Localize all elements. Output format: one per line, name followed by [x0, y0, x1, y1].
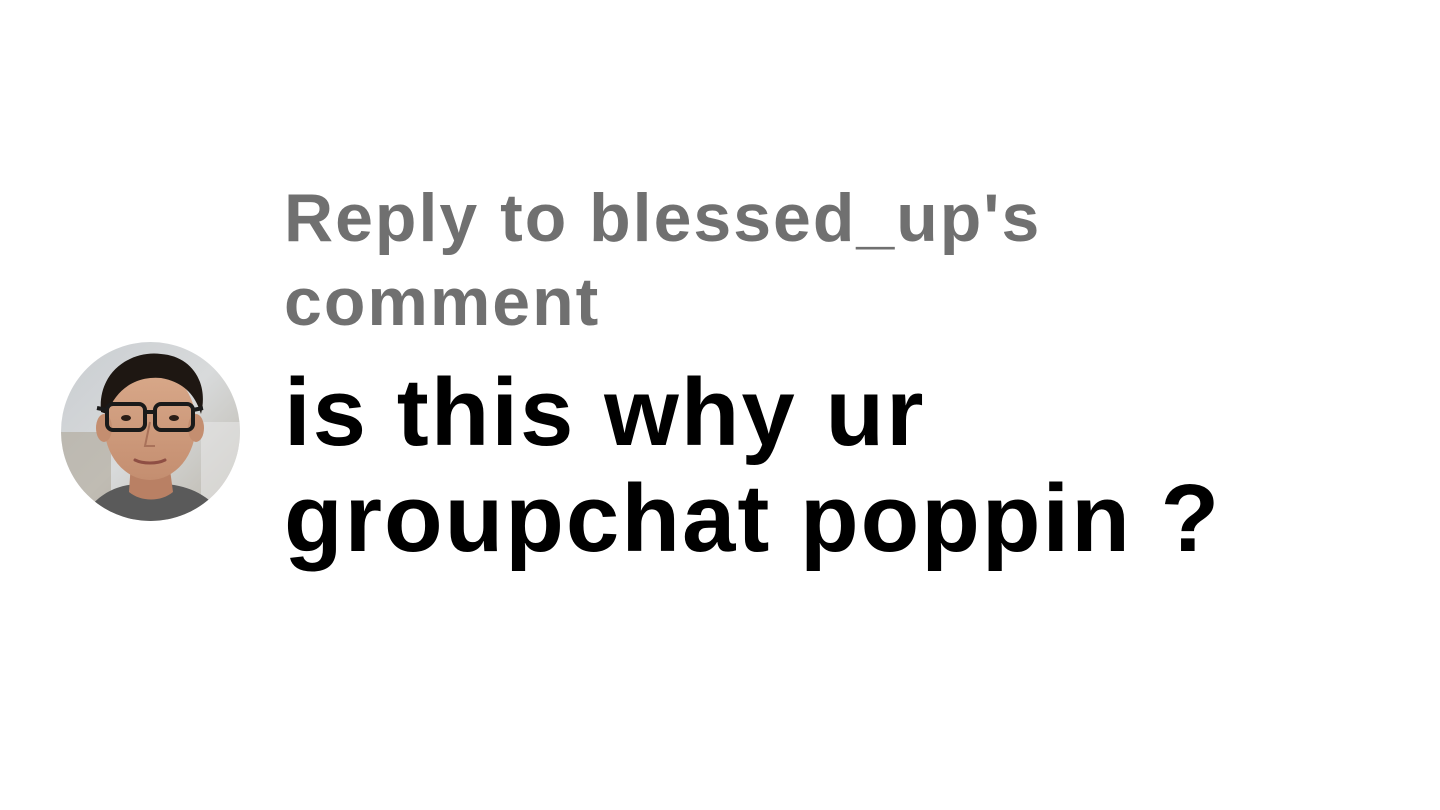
reply-comment-card: Reply to blessed_up's comment is this wh…: [0, 0, 1440, 810]
comment-text: is this why ur groupchat poppin ?: [284, 359, 1222, 572]
user-avatar[interactable]: [61, 342, 240, 521]
user-avatar-photo-icon: [61, 342, 240, 521]
reply-to-label: Reply to blessed_up's comment: [284, 180, 1042, 340]
